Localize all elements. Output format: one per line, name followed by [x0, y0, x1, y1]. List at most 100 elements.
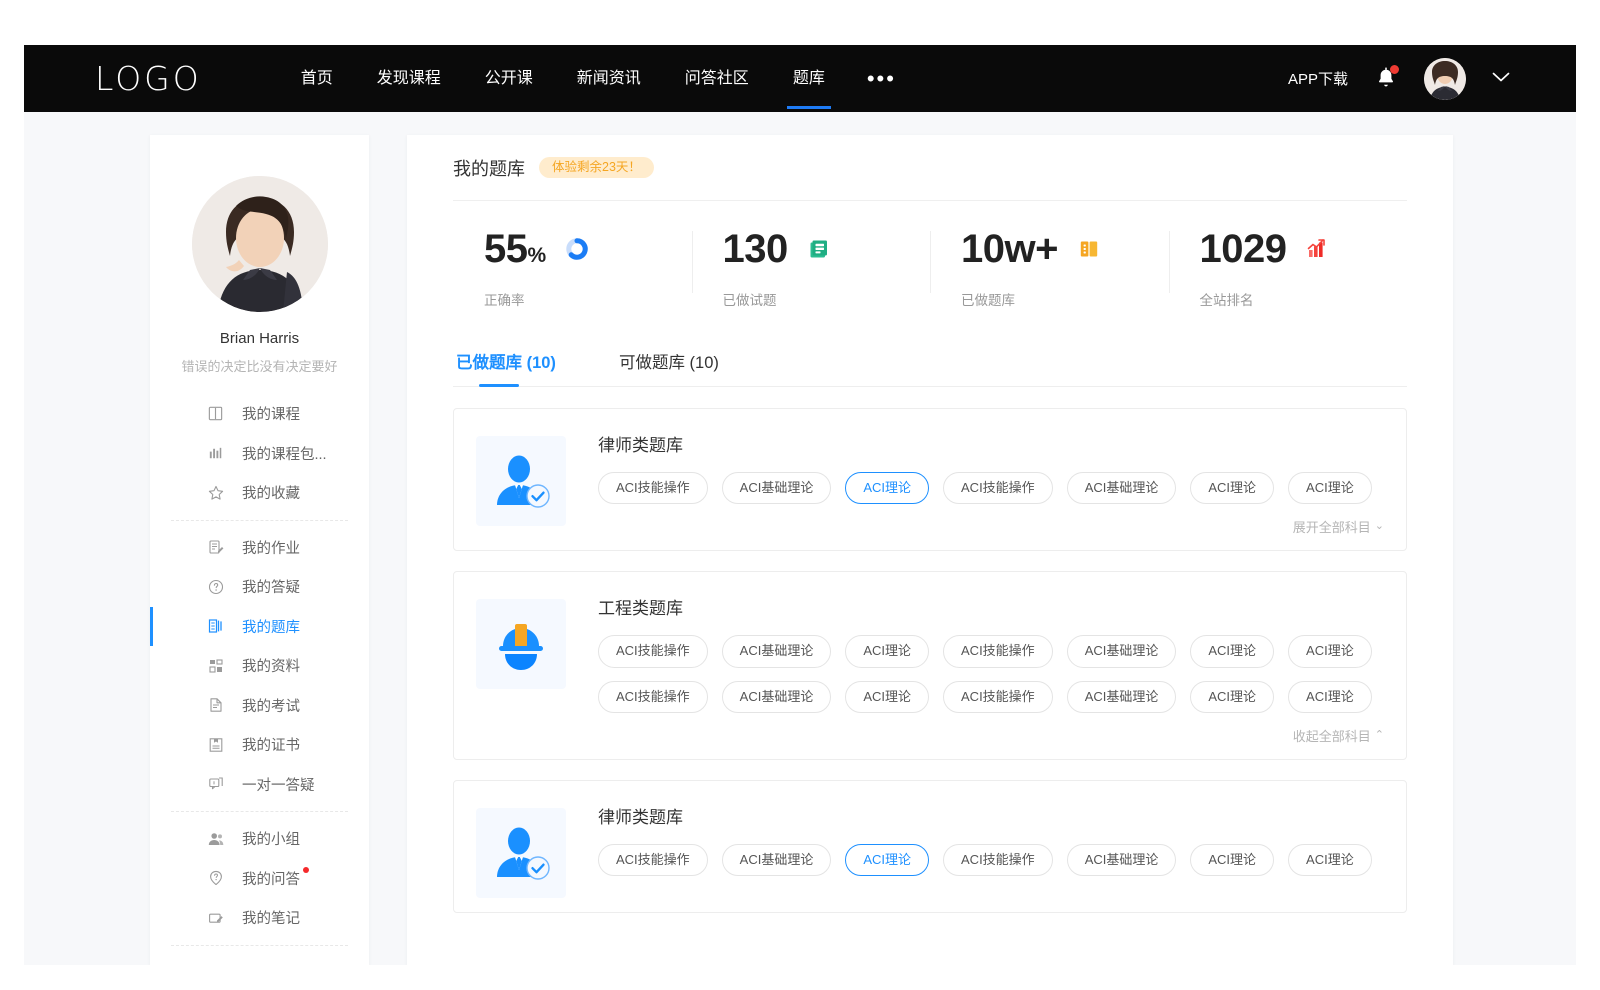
subject-tag[interactable]: ACI技能操作	[943, 635, 1053, 667]
subject-tag[interactable]: ACI基础理论	[722, 844, 832, 876]
sidebar-item-label: 我的题库	[242, 616, 300, 637]
sidebar-item-label: 我的问答	[242, 868, 300, 889]
group-icon	[206, 829, 225, 848]
subject-tag-selected[interactable]: ACI理论	[845, 472, 929, 504]
nav-more-icon[interactable]: •••	[847, 54, 916, 104]
subject-tag[interactable]: ACI理论	[845, 681, 929, 713]
page-header: 我的题库 体验剩余23天！	[453, 135, 1407, 201]
user-avatar-button[interactable]	[1424, 58, 1466, 100]
tab-available-banks[interactable]: 可做题库 (10)	[616, 349, 722, 386]
book-icon	[206, 404, 225, 423]
subject-tag[interactable]: ACI理论	[1288, 472, 1372, 504]
sidebar-item-my-exams[interactable]: 我的考试	[150, 686, 369, 726]
subject-tag[interactable]: ACI基础理论	[722, 681, 832, 713]
question-bank-card[interactable]: 律师类题库 ACI技能操作 ACI基础理论 ACI理论 ACI技能操作 ACI基…	[453, 780, 1407, 913]
sidebar-item-label: 我的课程	[242, 403, 300, 424]
subject-tag[interactable]: ACI理论	[1288, 844, 1372, 876]
collapse-all-subjects-label: 收起全部科目	[1293, 726, 1371, 745]
sidebar-item-my-qa[interactable]: 我的答疑	[150, 567, 369, 607]
subject-tag[interactable]: ACI理论	[1288, 681, 1372, 713]
notification-bell-button[interactable]	[1374, 66, 1398, 92]
card-footer: 展开全部科目 ⌄	[598, 517, 1384, 536]
subject-tag[interactable]: ACI基础理论	[1067, 844, 1177, 876]
sidebar-item-my-points[interactable]: 我的积分	[150, 953, 369, 966]
subject-tag[interactable]: ACI基础理论	[722, 635, 832, 667]
sidebar-item-my-favorites[interactable]: 我的收藏	[150, 473, 369, 513]
subject-tag[interactable]: ACI基础理论	[1067, 472, 1177, 504]
sidebar-item-one-on-one-qa[interactable]: 一对一答疑	[150, 765, 369, 805]
subject-tag[interactable]: ACI理论	[845, 635, 929, 667]
stat-unit: %	[528, 244, 546, 267]
question-bank-card[interactable]: 律师类题库 ACI技能操作 ACI基础理论 ACI理论 ACI技能操作 ACI基…	[453, 408, 1407, 551]
app-canvas: LOGO 首页 发现课程 公开课 新闻资讯 问答社区 题库 ••• APP下载	[24, 45, 1576, 965]
sidebar-item-my-homework[interactable]: 我的作业	[150, 528, 369, 568]
nav-right-cluster: APP下载	[1288, 58, 1510, 100]
subject-tag[interactable]: ACI理论	[1190, 472, 1274, 504]
subject-tag[interactable]: ACI技能操作	[598, 472, 708, 504]
stat-label: 已做题库	[961, 289, 1169, 309]
nav-item-qa-community[interactable]: 问答社区	[663, 45, 771, 112]
subject-tag-selected[interactable]: ACI理论	[845, 844, 929, 876]
stat-number: 10w+	[961, 227, 1058, 271]
tab-completed-banks[interactable]: 已做题库 (10)	[453, 349, 559, 386]
stat-site-ranking: 1029 全站排名	[1169, 223, 1408, 325]
stat-value: 130	[723, 229, 788, 269]
stat-questions-done: 130 已做试题	[692, 223, 931, 325]
subject-tag[interactable]: ACI技能操作	[943, 844, 1053, 876]
question-bank-card[interactable]: 工程类题库 ACI技能操作 ACI基础理论 ACI理论 ACI技能操作 ACI基…	[453, 571, 1407, 760]
subject-tag[interactable]: ACI技能操作	[598, 844, 708, 876]
sidebar-item-label: 我的答疑	[242, 576, 300, 597]
subject-tag[interactable]: ACI基础理论	[1067, 681, 1177, 713]
bar-chart-icon	[206, 444, 225, 463]
sidebar-item-my-materials[interactable]: 我的资料	[150, 646, 369, 686]
sidebar-item-my-course-packages[interactable]: 我的课程包...	[150, 434, 369, 474]
sidebar-divider	[171, 811, 348, 812]
nav-item-discover-courses[interactable]: 发现课程	[355, 45, 463, 112]
question-bank-icon	[206, 617, 225, 636]
app-download-link[interactable]: APP下载	[1288, 68, 1348, 89]
expand-all-subjects-link[interactable]: 展开全部科目 ⌄	[1293, 517, 1384, 536]
subject-tag[interactable]: ACI理论	[1190, 844, 1274, 876]
stat-value: 10w+	[961, 229, 1058, 269]
help-pin-icon	[206, 869, 225, 888]
sidebar-item-my-courses[interactable]: 我的课程	[150, 394, 369, 434]
nav-item-home[interactable]: 首页	[279, 45, 355, 112]
subject-tag[interactable]: ACI理论	[1190, 635, 1274, 667]
files-icon	[206, 656, 225, 675]
site-logo[interactable]: LOGO	[95, 59, 202, 98]
sidebar-item-label: 我的考试	[242, 695, 300, 716]
sidebar-item-my-questions[interactable]: 我的问答	[150, 859, 369, 899]
sidebar-divider	[171, 945, 348, 946]
green-book-icon	[806, 236, 832, 262]
collapse-all-subjects-link[interactable]: 收起全部科目 ⌃	[1293, 726, 1384, 745]
stat-value-row: 55%	[484, 223, 692, 275]
nav-item-question-bank[interactable]: 题库	[771, 45, 847, 112]
main-inner: 我的题库 体验剩余23天！ 55%	[407, 135, 1453, 913]
sidebar-item-label-text: 我的问答	[242, 872, 300, 888]
sidebar-item-label: 我的收藏	[242, 482, 300, 503]
subject-tag[interactable]: ACI基础理论	[1067, 635, 1177, 667]
note-pen-icon	[206, 908, 225, 927]
subject-tag[interactable]: ACI技能操作	[943, 681, 1053, 713]
subject-tag[interactable]: ACI技能操作	[598, 635, 708, 667]
sidebar-item-my-certificates[interactable]: 我的证书	[150, 725, 369, 765]
subject-tag[interactable]: ACI理论	[1288, 635, 1372, 667]
sidebar-item-my-group[interactable]: 我的小组	[150, 819, 369, 859]
subject-tag[interactable]: ACI技能操作	[943, 472, 1053, 504]
card-body: 律师类题库 ACI技能操作 ACI基础理论 ACI理论 ACI技能操作 ACI基…	[598, 801, 1384, 898]
user-menu-chevron-button[interactable]	[1492, 70, 1510, 88]
card-title: 工程类题库	[598, 594, 1384, 619]
subject-tag[interactable]: ACI理论	[1190, 681, 1274, 713]
sidebar-item-my-notes[interactable]: 我的笔记	[150, 898, 369, 938]
subject-tag[interactable]: ACI基础理论	[722, 472, 832, 504]
subject-tag[interactable]: ACI技能操作	[598, 681, 708, 713]
stat-number: 130	[723, 227, 788, 271]
subject-tag-row: ACI技能操作 ACI基础理论 ACI理论 ACI技能操作 ACI基础理论 AC…	[598, 844, 1384, 876]
sidebar-item-my-question-bank[interactable]: 我的题库	[150, 607, 369, 647]
nav-item-open-class[interactable]: 公开课	[463, 45, 555, 112]
lawyer-verified-icon	[489, 821, 553, 885]
subject-tag-row: ACI技能操作 ACI基础理论 ACI理论 ACI技能操作 ACI基础理论 AC…	[598, 472, 1384, 504]
nav-item-news[interactable]: 新闻资讯	[555, 45, 663, 112]
profile-motto: 错误的决定比没有决定要好	[150, 356, 369, 375]
stat-banks-done: 10w+ 已做题库	[930, 223, 1169, 325]
